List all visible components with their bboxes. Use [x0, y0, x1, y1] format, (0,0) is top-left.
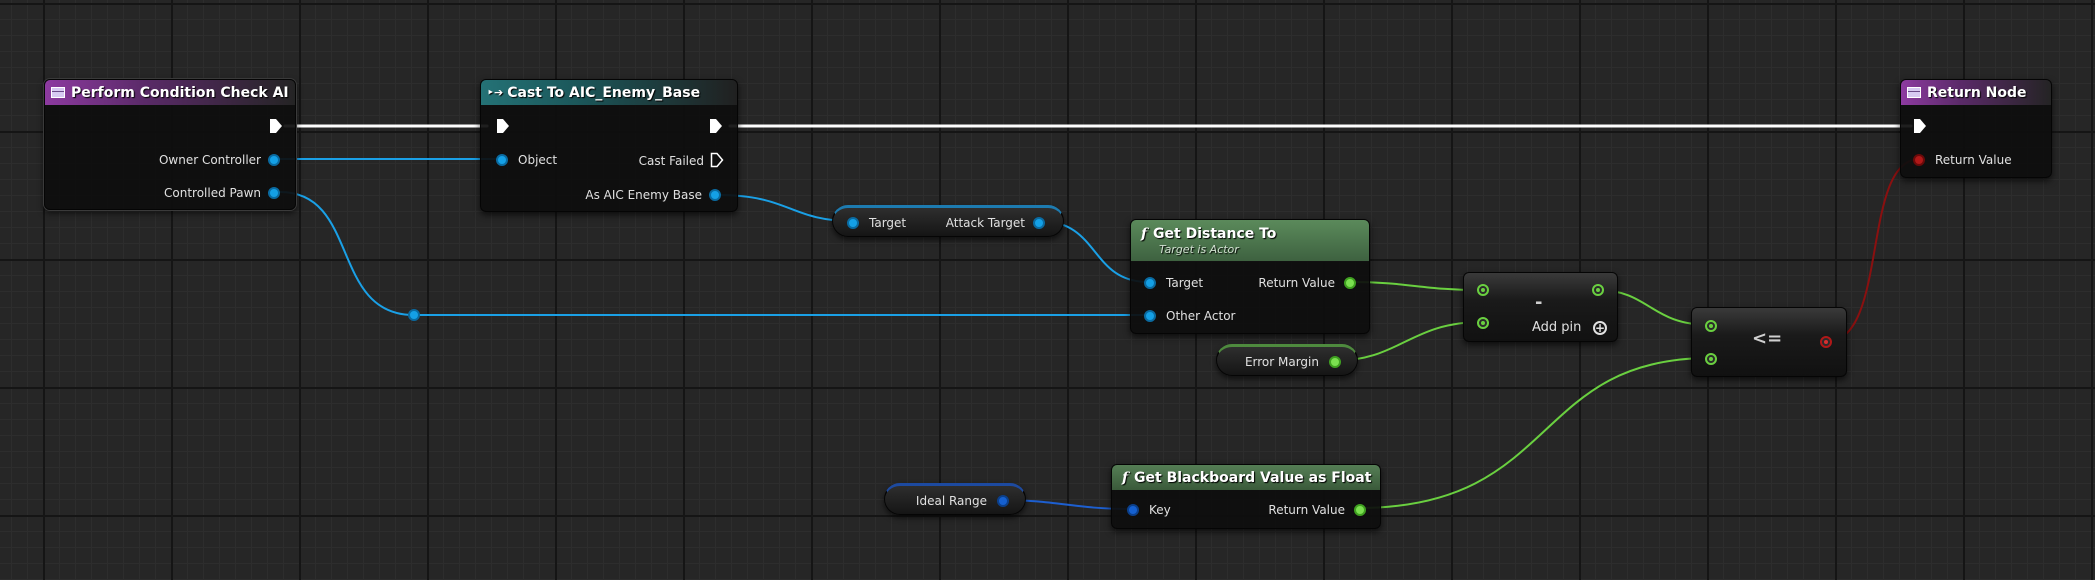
pin-label-return-value: Return Value: [1935, 153, 2012, 167]
attack-target-out-pin[interactable]: [1033, 217, 1045, 229]
other-actor-pin[interactable]: [1144, 310, 1156, 322]
subtract-input-b-pin[interactable]: [1477, 317, 1489, 329]
blackboard-key-pin[interactable]: [1127, 504, 1139, 516]
get-distance-return-pin[interactable]: [1344, 277, 1356, 289]
get-distance-to-node[interactable]: f Get Distance To Target is Actor Target …: [1130, 219, 1370, 334]
wire-blackboard-to-compare[interactable]: [1357, 357, 1711, 509]
exec-in-pin[interactable]: [1913, 118, 1927, 134]
add-pin-label[interactable]: Add pin: [1532, 321, 1581, 335]
compare-input-b-pin[interactable]: [1705, 353, 1717, 365]
cast-failed-exec-pin[interactable]: [710, 152, 724, 168]
return-node[interactable]: Return Node Return Value: [1900, 79, 2052, 178]
error-margin-label: Error Margin: [1244, 355, 1319, 369]
wire-controlled-pawn-reroute[interactable]: [279, 191, 415, 316]
pin-label-return-value: Return Value: [1258, 276, 1335, 290]
return-node-title: Return Node: [1927, 84, 2027, 101]
owner-controller-pin[interactable]: [268, 154, 280, 166]
get-distance-to-header: f Get Distance To Target is Actor: [1131, 220, 1369, 262]
return-value-pin[interactable]: [1913, 154, 1925, 166]
add-pin-icon[interactable]: +: [1593, 321, 1607, 335]
exec-in-pin[interactable]: [496, 118, 510, 134]
subtract-output-pin[interactable]: [1592, 284, 1604, 296]
pin-label-controlled-pawn: Controlled Pawn: [164, 186, 261, 200]
cast-icon: ‣➔: [487, 86, 504, 99]
return-node-icon: [1907, 87, 1921, 98]
blackboard-return-pin[interactable]: [1354, 504, 1366, 516]
ideal-range-label: Ideal Range: [915, 494, 987, 508]
pin-label-cast-failed: Cast Failed: [638, 154, 704, 168]
pin-label-other-actor: Other Actor: [1166, 309, 1236, 323]
attack-target-target-pin[interactable]: [847, 217, 859, 229]
cast-node-header: ‣➔ Cast To AIC_Enemy_Base: [481, 80, 737, 105]
exec-out-pin[interactable]: [709, 118, 723, 134]
less-equal-node[interactable]: <=: [1691, 307, 1847, 377]
pin-label-return-value: Return Value: [1268, 503, 1345, 517]
controlled-pawn-pin[interactable]: [268, 187, 280, 199]
error-margin-out-pin[interactable]: [1329, 356, 1341, 368]
get-blackboard-value-title: Get Blackboard Value as Float: [1134, 469, 1372, 486]
pin-label-attack-target: Attack Target: [945, 216, 1025, 230]
object-pin[interactable]: [496, 154, 508, 166]
ideal-range-getter-node[interactable]: Ideal Range: [884, 483, 1026, 515]
function-icon: f: [1122, 469, 1129, 486]
reroute-node[interactable]: [408, 309, 420, 321]
wire-layer: [279, 124, 1921, 510]
entry-node-title: Perform Condition Check AI: [71, 84, 289, 101]
function-icon: f: [1141, 225, 1148, 242]
entry-node-perform-condition-check[interactable]: Perform Condition Check AI Owner Control…: [44, 79, 296, 210]
attack-target-getter-node[interactable]: Target Attack Target: [832, 205, 1064, 237]
get-distance-to-title: Get Distance To: [1153, 225, 1277, 242]
ideal-range-out-pin[interactable]: [997, 495, 1009, 507]
cast-node[interactable]: ‣➔ Cast To AIC_Enemy_Base Object Cast Fa…: [480, 79, 738, 212]
exec-out-pin[interactable]: [269, 118, 283, 134]
get-distance-to-subtitle: Target is Actor: [1159, 242, 1239, 256]
error-margin-getter-node[interactable]: Error Margin: [1216, 344, 1358, 376]
pin-label-target: Target: [1166, 276, 1204, 290]
get-distance-target-pin[interactable]: [1144, 277, 1156, 289]
as-aic-enemy-base-pin[interactable]: [709, 189, 721, 201]
pin-label-as-aic-enemy-base: As AIC Enemy Base: [585, 188, 702, 202]
cast-node-title: Cast To AIC_Enemy_Base: [507, 84, 701, 101]
return-node-header: Return Node: [1901, 80, 2051, 105]
subtract-node[interactable]: - Add pin +: [1463, 272, 1618, 342]
pin-label-object: Object: [518, 153, 558, 167]
pin-label-owner-controller: Owner Controller: [158, 153, 261, 167]
get-blackboard-value-header: f Get Blackboard Value as Float: [1112, 465, 1380, 490]
pin-label-target: Target: [869, 216, 907, 230]
compare-operator: <=: [1752, 328, 1783, 349]
compare-output-pin[interactable]: [1820, 336, 1832, 348]
subtract-operator: -: [1535, 292, 1543, 313]
subtract-input-a-pin[interactable]: [1477, 284, 1489, 296]
entry-node-icon: [51, 87, 65, 98]
get-blackboard-value-node[interactable]: f Get Blackboard Value as Float Key Retu…: [1111, 464, 1381, 529]
compare-input-a-pin[interactable]: [1705, 320, 1717, 332]
pin-label-key: Key: [1149, 503, 1171, 517]
entry-node-header: Perform Condition Check AI: [45, 80, 295, 105]
